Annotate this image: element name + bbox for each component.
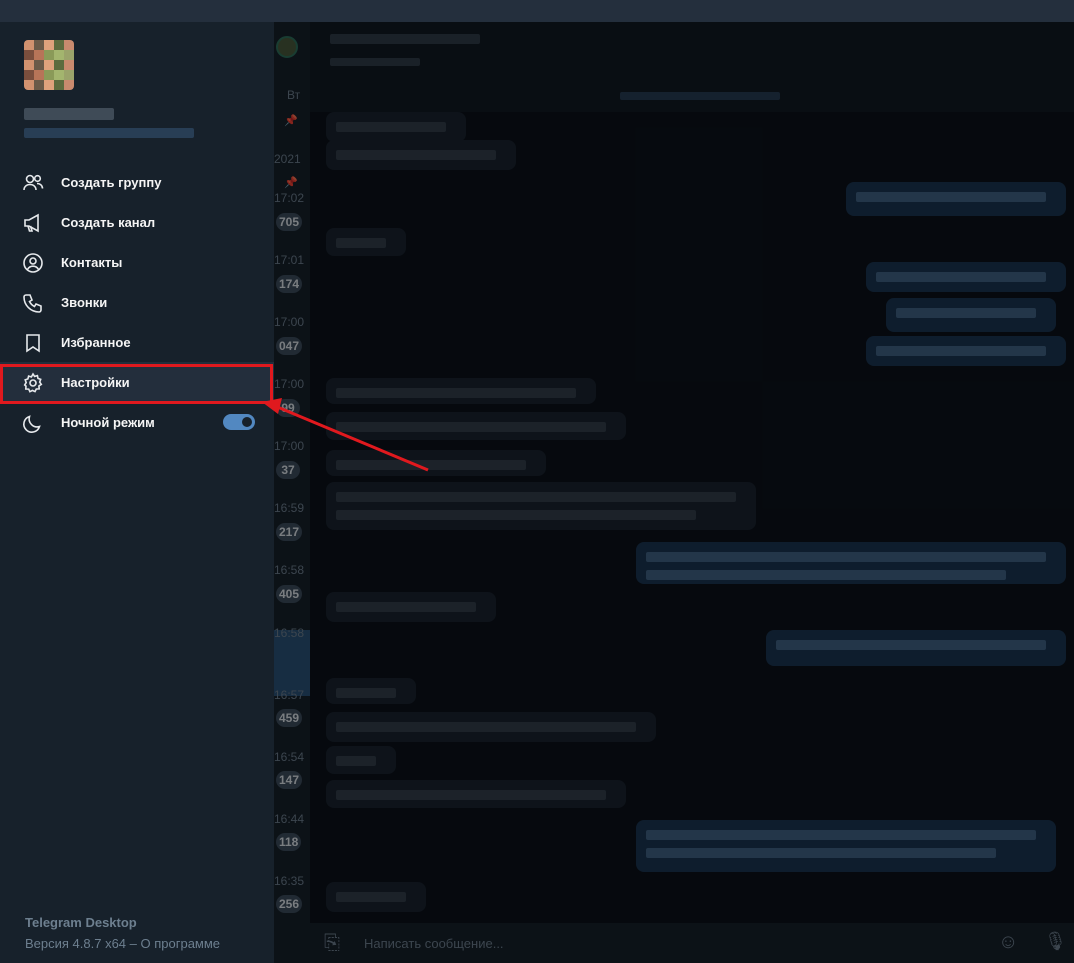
avatar-pixel xyxy=(54,80,64,90)
avatar-pixel xyxy=(44,70,54,80)
menu-item-create-channel[interactable]: Создать канал xyxy=(0,202,274,242)
avatar-pixel xyxy=(54,50,64,60)
menu-item-calls[interactable]: Звонки xyxy=(0,282,274,322)
menu-item-label: Ночной режим xyxy=(61,415,155,430)
main-menu-drawer: Создать группу Создать канал Контакты Зв… xyxy=(0,22,274,963)
menu-item-label: Создать канал xyxy=(61,215,156,230)
avatar-pixel xyxy=(54,40,64,50)
menu-item-label: Настройки xyxy=(61,375,130,390)
night-mode-toggle[interactable] xyxy=(223,414,255,430)
gear-icon xyxy=(22,372,44,394)
app-info: Telegram Desktop Версия 4.8.7 x64 – О пр… xyxy=(25,915,220,951)
avatar-pixel xyxy=(54,70,64,80)
window-titlebar xyxy=(0,0,1074,22)
version-separator: – xyxy=(126,936,141,951)
menu-list: Создать группу Создать канал Контакты Зв… xyxy=(0,162,274,442)
avatar-pixel xyxy=(44,60,54,70)
avatar[interactable] xyxy=(24,40,74,90)
moon-icon xyxy=(22,412,44,434)
avatar-pixel xyxy=(24,50,34,60)
avatar-pixel xyxy=(64,70,74,80)
avatar-pixel xyxy=(34,70,44,80)
account-name xyxy=(24,108,114,120)
menu-item-settings[interactable]: Настройки xyxy=(0,362,274,402)
app-name: Telegram Desktop xyxy=(25,915,137,930)
avatar-pixel xyxy=(24,40,34,50)
avatar-pixel xyxy=(64,50,74,60)
menu-item-label: Создать группу xyxy=(61,175,162,190)
avatar-pixel xyxy=(54,60,64,70)
avatar-pixel xyxy=(34,40,44,50)
version-line: Версия 4.8.7 x64 – О программе xyxy=(25,936,220,951)
avatar-pixel xyxy=(24,70,34,80)
avatar-pixel xyxy=(34,80,44,90)
avatar-pixel xyxy=(64,80,74,90)
avatar-pixel xyxy=(34,50,44,60)
menu-item-label: Контакты xyxy=(61,255,123,270)
contact-icon xyxy=(22,252,44,274)
megaphone-icon xyxy=(22,212,44,234)
menu-item-night-mode[interactable]: Ночной режим xyxy=(0,402,274,442)
menu-item-create-group[interactable]: Создать группу xyxy=(0,162,274,202)
account-phone xyxy=(24,128,194,138)
menu-item-label: Звонки xyxy=(61,295,108,310)
menu-item-label: Избранное xyxy=(61,335,131,350)
menu-item-contacts[interactable]: Контакты xyxy=(0,242,274,282)
bookmark-icon xyxy=(22,332,44,354)
avatar-pixel xyxy=(44,40,54,50)
toggle-knob xyxy=(240,415,254,429)
account-header xyxy=(0,22,274,156)
dim-overlay[interactable] xyxy=(274,22,1074,963)
avatar-pixel xyxy=(24,60,34,70)
avatar-pixel xyxy=(34,60,44,70)
avatar-pixel xyxy=(44,80,54,90)
version-text: Версия 4.8.7 x64 xyxy=(25,936,127,951)
avatar-pixel xyxy=(24,80,34,90)
group-icon xyxy=(22,172,44,194)
menu-item-saved-messages[interactable]: Избранное xyxy=(0,322,274,362)
phone-icon xyxy=(22,292,44,314)
avatar-pixel xyxy=(44,50,54,60)
about-link[interactable]: О программе xyxy=(141,936,221,951)
avatar-pixel xyxy=(64,40,74,50)
avatar-pixel xyxy=(64,60,74,70)
